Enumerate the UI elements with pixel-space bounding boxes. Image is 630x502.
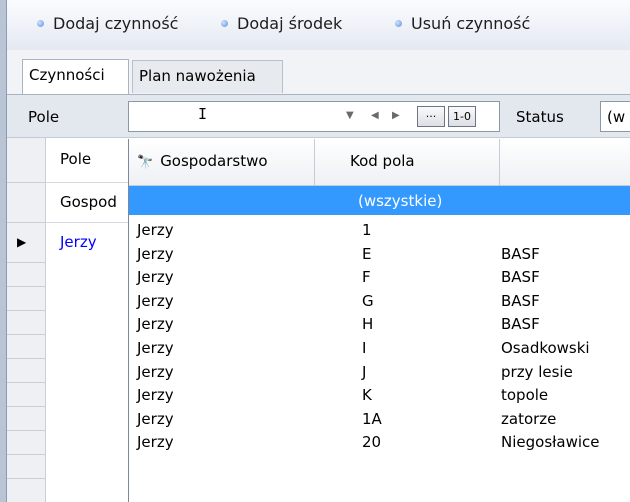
current-row-indicator-icon: ▶ bbox=[17, 235, 27, 249]
grid-line bbox=[7, 430, 45, 431]
toggle-10-button[interactable]: 1-0 bbox=[448, 106, 476, 127]
dropdown-row[interactable] bbox=[129, 290, 630, 314]
add-agent-button[interactable]: Dodaj środek bbox=[221, 13, 342, 35]
dropdown-header-field-code[interactable]: Kod pola bbox=[350, 150, 415, 172]
dropdown-cell-farm: Jerzy bbox=[137, 362, 174, 381]
dropdown-arrow-icon[interactable]: ▼ bbox=[346, 107, 354, 125]
dropdown-cell-field-code: 1 bbox=[362, 221, 372, 239]
dropdown-row[interactable] bbox=[129, 243, 630, 267]
dropdown-cell-field-code: I bbox=[362, 339, 367, 357]
dropdown-cell-farm: Jerzy bbox=[137, 409, 174, 428]
dropdown-cell-farm: Jerzy bbox=[137, 268, 174, 287]
add-activity-icon bbox=[37, 20, 44, 27]
dropdown-row[interactable] bbox=[129, 266, 630, 290]
row-header-column bbox=[7, 138, 46, 502]
grid-group-row[interactable]: Gospod bbox=[60, 191, 128, 213]
dropdown-cell-field-code: E bbox=[362, 244, 372, 263]
prev-icon[interactable]: ◀ bbox=[371, 107, 379, 125]
grid-line bbox=[7, 406, 45, 407]
dropdown-cell-name: topole bbox=[501, 386, 549, 405]
dropdown-cell-field-code: K bbox=[362, 386, 372, 405]
tab-activities[interactable]: Czynności bbox=[22, 59, 129, 94]
dropdown-header-farm[interactable]: 🔭 Gospodarstwo bbox=[137, 150, 268, 174]
dropdown-all-option: (wszystkie) bbox=[358, 192, 443, 210]
grid-line bbox=[45, 182, 129, 183]
grid-line bbox=[7, 222, 45, 223]
dropdown-cell-field-code: J bbox=[362, 362, 367, 381]
status-value: (w bbox=[607, 108, 626, 126]
grid-column-separator bbox=[45, 138, 46, 502]
dropdown-cell-name: Niegosławice bbox=[501, 433, 600, 452]
dropdown-cell-name: BASF bbox=[501, 268, 540, 287]
grid-line bbox=[45, 222, 129, 223]
dropdown-cell-field-code: F bbox=[362, 268, 371, 287]
tab-fertilization-plan[interactable]: Plan nawożenia bbox=[132, 60, 283, 93]
dropdown-cell-field-code: 20 bbox=[362, 433, 382, 452]
grid-line bbox=[7, 182, 45, 183]
grid-line bbox=[7, 358, 45, 359]
grid-line bbox=[7, 262, 45, 263]
grid-column-header-pole[interactable]: Pole bbox=[60, 148, 91, 170]
dropdown-cell-farm: Jerzy bbox=[137, 386, 174, 405]
dropdown-row[interactable] bbox=[129, 219, 630, 243]
dropdown-cell-name: zatorze bbox=[501, 409, 557, 428]
add-activity-button[interactable]: Dodaj czynność bbox=[37, 13, 178, 35]
dropdown-cell-name: BASF bbox=[501, 315, 540, 334]
window-frame bbox=[0, 0, 7, 502]
field-combo-value: I bbox=[198, 105, 208, 123]
dropdown-cell-field-code: G bbox=[362, 291, 374, 310]
grid-line bbox=[7, 286, 45, 287]
dropdown-cell-farm: Jerzy bbox=[137, 291, 174, 310]
dropdown-column-separator bbox=[499, 139, 500, 185]
dropdown-cell-name: BASF bbox=[501, 244, 540, 263]
grid-line bbox=[7, 310, 45, 311]
dropdown-cell-farm: Jerzy bbox=[137, 315, 174, 334]
dropdown-cell-farm: Jerzy bbox=[137, 433, 174, 452]
binoculars-icon: 🔭 bbox=[137, 155, 154, 170]
dropdown-cell-farm: Jerzy bbox=[137, 244, 174, 263]
grid-current-row[interactable]: Jerzy bbox=[60, 231, 97, 253]
next-icon[interactable]: ▶ bbox=[392, 107, 400, 125]
field-filter-label: Pole bbox=[28, 108, 60, 126]
dropdown-cell-farm: Jerzy bbox=[137, 221, 174, 239]
delete-activity-button[interactable]: Usuń czynność bbox=[395, 13, 530, 35]
status-label: Status bbox=[516, 108, 564, 126]
dropdown-cell-name: przy lesie bbox=[501, 362, 573, 381]
grid-line bbox=[7, 478, 45, 479]
dropdown-cell-name: Osadkowski bbox=[501, 339, 590, 357]
dropdown-row[interactable] bbox=[129, 313, 630, 337]
grid-line bbox=[7, 334, 45, 335]
dropdown-row[interactable] bbox=[129, 384, 630, 408]
dropdown-cell-field-code: 1A bbox=[362, 409, 382, 428]
dropdown-cell-farm: Jerzy bbox=[137, 339, 174, 357]
dropdown-column-separator bbox=[314, 139, 315, 185]
grid-line bbox=[7, 382, 45, 383]
dropdown-cell-name: BASF bbox=[501, 291, 540, 310]
delete-activity-icon bbox=[395, 20, 402, 27]
ellipsis-button[interactable]: ··· bbox=[417, 106, 445, 127]
add-agent-icon bbox=[221, 20, 228, 27]
grid-line bbox=[7, 454, 45, 455]
dropdown-cell-field-code: H bbox=[362, 315, 374, 334]
